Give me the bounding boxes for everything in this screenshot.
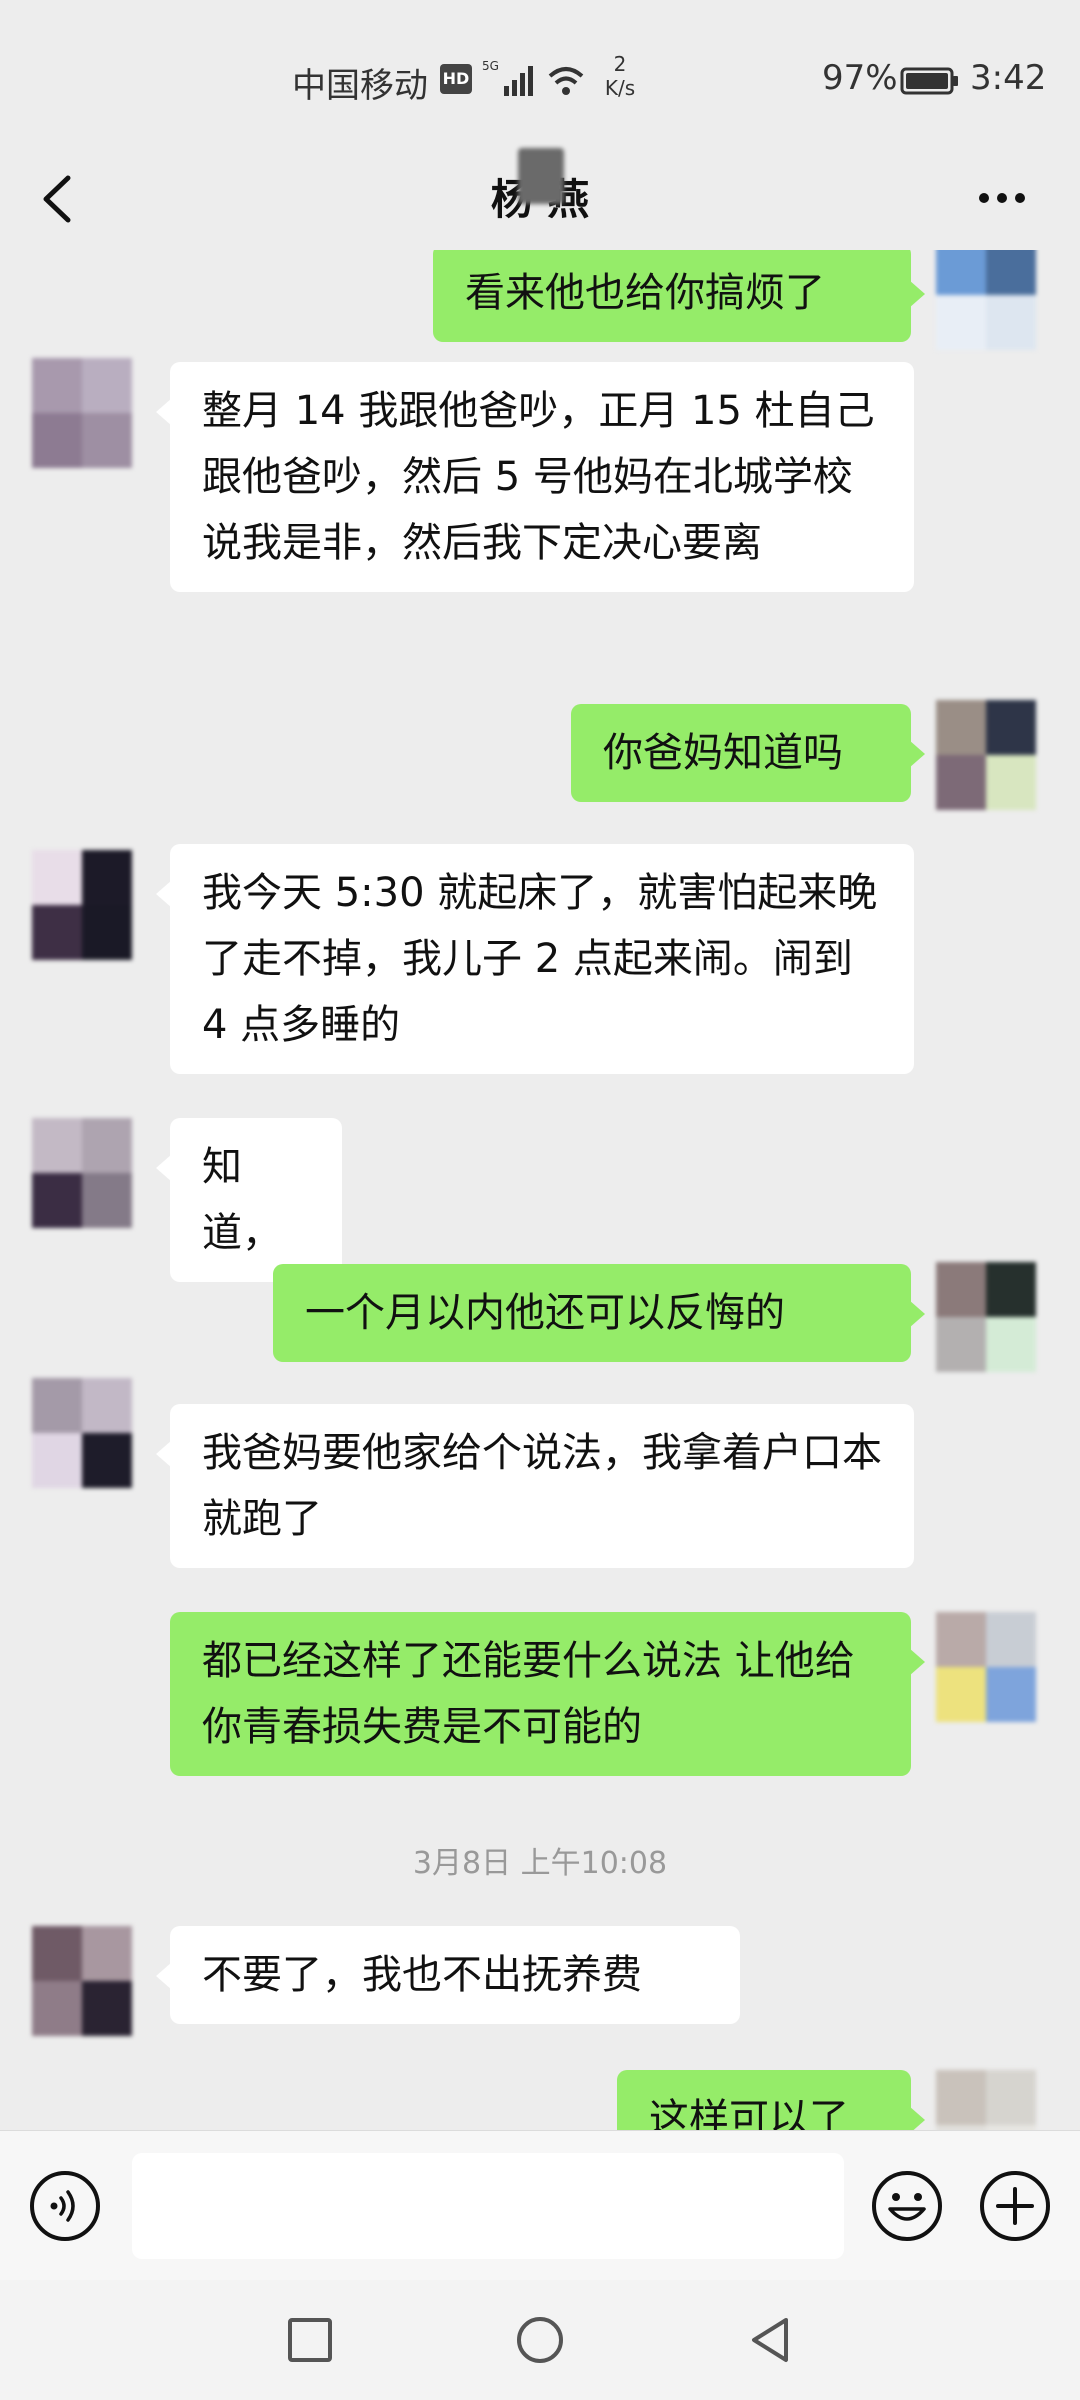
my-avatar[interactable] [936, 1612, 1036, 1722]
message-text: 我爸妈要他家给个说法，我拿着户口本就跑了 [202, 1430, 882, 1542]
message-text: 我今天 5:30 就起床了，就害怕起来晚了走不掉，我儿子 2 点起来闹。闹到 4… [202, 870, 878, 1048]
message-text: 整月 14 我跟他爸吵，正月 15 杜自己跟他爸吵，然后 5 号他妈在北城学校说… [202, 388, 875, 566]
input-bar [0, 2130, 1080, 2280]
wifi-icon [548, 67, 584, 95]
sent-message-bubble[interactable]: 这样可以了 [617, 2070, 925, 2130]
back-triangle-icon[interactable] [740, 2310, 800, 2370]
contact-avatar[interactable] [32, 358, 132, 468]
name-redaction [518, 148, 564, 204]
received-message-bubble[interactable]: 不要了，我也不出抚养费 [156, 1926, 740, 2024]
recents-square-icon[interactable] [280, 2310, 340, 2370]
message-text: 你爸妈知道吗 [603, 730, 843, 776]
sent-message-bubble[interactable]: 一个月以内他还可以反悔的 [273, 1264, 925, 1362]
hd-badge: HD [440, 64, 472, 94]
status-bar: 中国移动 HD 5G 2 K/s 97% 3:42 [0, 0, 1080, 150]
message-timestamp: 3月8日 上午10:08 [412, 1846, 668, 1881]
message-text: 知道， [202, 1144, 282, 1256]
signal-icon: 5G [482, 59, 533, 96]
battery-icon [900, 67, 958, 95]
contact-avatar[interactable] [32, 1118, 132, 1228]
net-speed-unit: K/s [604, 76, 636, 100]
battery-percent: 97% [822, 58, 898, 98]
sent-message-bubble[interactable]: 都已经这样了还能要什么说法 让他给你青春损失费是不可能的 [170, 1612, 925, 1776]
message-text: 不要了，我也不出抚养费 [202, 1952, 642, 1998]
message-text: 都已经这样了还能要什么说法 让他给你青春损失费是不可能的 [202, 1638, 855, 1750]
my-avatar[interactable] [936, 1262, 1036, 1372]
message-text: 一个月以内他还可以反悔的 [305, 1290, 785, 1336]
voice-icon[interactable] [28, 2169, 102, 2243]
sent-message-bubble[interactable]: 你爸妈知道吗 [571, 704, 925, 802]
plus-icon[interactable] [978, 2169, 1052, 2243]
message-list[interactable]: 看来他也给你搞烦了 整月 14 我跟他爸吵，正月 15 杜自己跟他爸吵，然后 5… [0, 250, 1080, 2130]
sent-message-bubble[interactable]: 看来他也给你搞烦了 [433, 250, 925, 342]
network-type-label: 5G [482, 59, 499, 73]
my-avatar[interactable] [936, 2070, 1036, 2130]
message-text: 这样可以了 [649, 2096, 849, 2130]
contact-avatar[interactable] [32, 850, 132, 960]
my-avatar[interactable] [936, 700, 1036, 810]
chevron-left-icon[interactable] [30, 164, 90, 234]
more-dots-icon[interactable] [972, 178, 1032, 218]
clock: 3:42 [970, 58, 1047, 98]
message-input[interactable] [132, 2153, 844, 2259]
received-message-bubble[interactable]: 我爸妈要他家给个说法，我拿着户口本就跑了 [156, 1404, 914, 1568]
net-speed-value: 2 [613, 52, 627, 76]
contact-avatar[interactable] [32, 1378, 132, 1488]
received-message-bubble[interactable]: 我今天 5:30 就起床了，就害怕起来晚了走不掉，我儿子 2 点起来闹。闹到 4… [156, 844, 914, 1074]
received-message-bubble[interactable]: 整月 14 我跟他爸吵，正月 15 杜自己跟他爸吵，然后 5 号他妈在北城学校说… [156, 362, 914, 592]
my-avatar[interactable] [936, 250, 1036, 350]
home-circle-icon[interactable] [510, 2310, 570, 2370]
net-speed: 2 K/s [600, 52, 640, 100]
carrier-label: 中国移动 [292, 66, 428, 106]
contact-avatar[interactable] [32, 1926, 132, 2036]
emoji-icon[interactable] [870, 2169, 944, 2243]
system-navigation-bar [0, 2280, 1080, 2400]
message-text: 看来他也给你搞烦了 [465, 270, 825, 316]
received-message-bubble[interactable]: 知道， [156, 1118, 342, 1282]
